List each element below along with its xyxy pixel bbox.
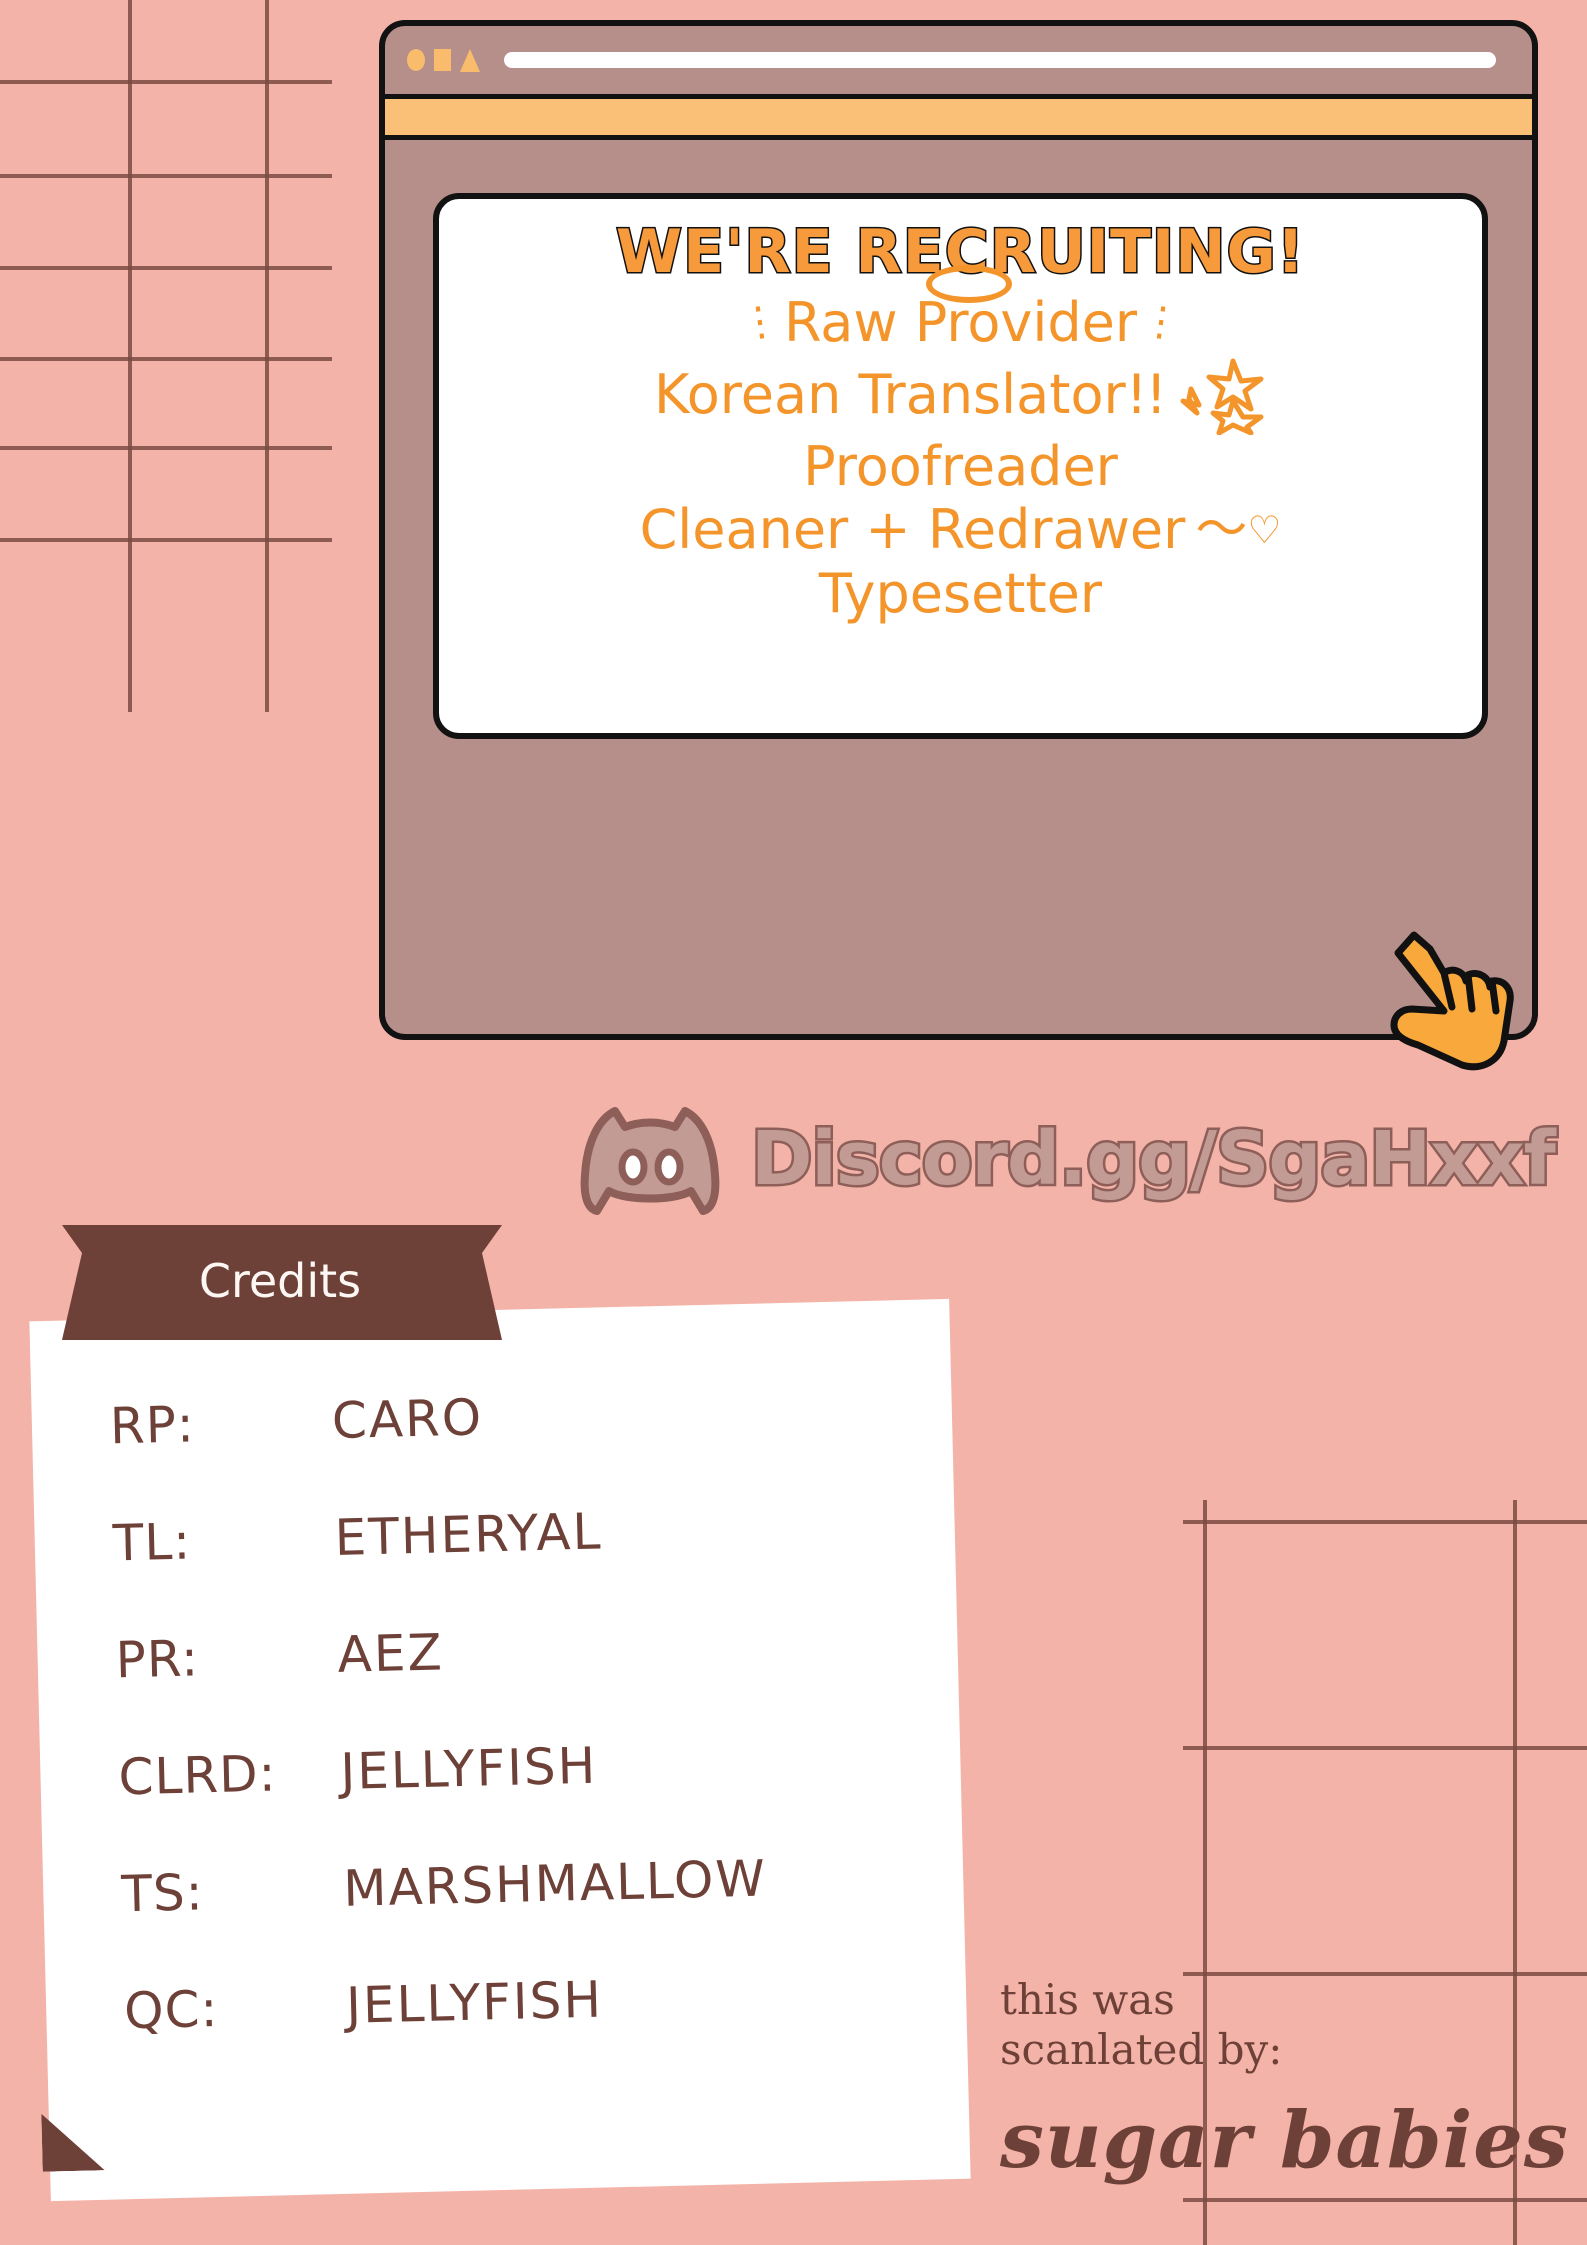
discord-invite-link[interactable]: Discord.gg/SgaHxxf	[749, 1114, 1559, 1205]
credits-row: TL: ETHERYAL	[34, 1494, 957, 1633]
grid-line-horizontal	[0, 357, 332, 361]
stars-icon	[1171, 355, 1267, 436]
sparkle-right-icon: ⋮	[1138, 296, 1185, 348]
role-line-typesetter: Typesetter	[819, 562, 1102, 626]
halo-icon	[926, 265, 1013, 303]
scanlation-group-name: sugar babies	[1000, 2095, 1569, 2186]
window-control-triangle-icon[interactable]	[460, 48, 480, 72]
grid-line-horizontal	[0, 174, 332, 178]
credit-name-value: JELLYFISH	[345, 1970, 604, 2035]
window-control-square-icon[interactable]	[434, 49, 451, 71]
grid-line-horizontal	[0, 80, 332, 84]
browser-window-mockup: WE'RE RECRUITING! ⋮ Raw Provider ⋮ Korea…	[379, 20, 1538, 1040]
grid-line-horizontal	[1183, 1520, 1587, 1524]
credits-row: QC: JELLYFISH	[46, 1962, 969, 2101]
browser-page-content: WE'RE RECRUITING! ⋮ Raw Provider ⋮ Korea…	[433, 193, 1488, 739]
role-label: Typesetter	[818, 562, 1103, 626]
credit-role-label: PR:	[114, 1629, 200, 1690]
sparkle-left-icon: ⋮	[736, 296, 783, 348]
credit-name-value: CARO	[331, 1388, 484, 1450]
grid-line-vertical	[265, 0, 269, 712]
address-bar-input[interactable]	[504, 52, 1496, 68]
role-label: Proofreader	[803, 434, 1118, 498]
scanlated-by-line2: scanlated by:	[1000, 2025, 1283, 2075]
credit-name-value: ETHERYAL	[334, 1502, 603, 1567]
role-line-proofreader: Proofreader	[803, 435, 1118, 499]
credit-role-label: TS:	[120, 1863, 205, 1924]
grid-line-horizontal	[0, 446, 332, 450]
credits-list: RP: CARO TL: ETHERYAL PR: AEZ CLRD: JELL…	[29, 1299, 970, 2201]
grid-line-horizontal	[0, 266, 332, 270]
discord-logo-icon	[580, 1107, 720, 1215]
credit-name-value: JELLYFISH	[339, 1736, 598, 1801]
credits-row: PR: AEZ	[37, 1611, 960, 1750]
discord-invite-row[interactable]: Discord.gg/SgaHxxf	[575, 1095, 1559, 1223]
role-label: Cleaner + Redrawer	[639, 498, 1186, 562]
scanlated-by-note: this was scanlated by:	[1000, 1975, 1282, 2076]
heart-icon: ♡	[1247, 507, 1282, 552]
pointer-hand-cursor-icon	[1390, 931, 1514, 1071]
credits-row: RP: CARO	[31, 1377, 954, 1516]
credit-role-label: CLRD:	[117, 1744, 278, 1807]
credits-row: TS: MARSHMALLOW	[43, 1845, 966, 1984]
browser-titlebar	[385, 26, 1532, 94]
role-line-korean-translator: Korean Translator !!	[654, 355, 1267, 436]
credits-ribbon-title: Credits	[198, 1253, 362, 1308]
grid-line-horizontal	[1183, 1746, 1587, 1750]
credit-name-value: MARSHMALLOW	[342, 1849, 768, 1918]
credits-row: CLRD: JELLYFISH	[40, 1728, 963, 1867]
credit-role-label: RP:	[109, 1395, 196, 1456]
role-line-raw-provider: ⋮ Raw Provider ⋮	[736, 265, 1185, 355]
grid-line-horizontal	[1183, 2198, 1587, 2202]
role-label: Korean Translator	[654, 362, 1126, 426]
browser-toolbar	[385, 94, 1532, 140]
role-line-cleaner-redrawer: Cleaner + Redrawer 〜 ♡	[640, 498, 1282, 562]
exclamation-marks: !!	[1125, 362, 1167, 426]
window-control-circle-icon[interactable]	[407, 49, 425, 71]
tilde-squiggle-icon: 〜	[1195, 499, 1247, 560]
scanlated-by-line1: this was	[1000, 1975, 1175, 2024]
credit-name-value: AEZ	[336, 1623, 445, 1684]
grid-line-horizontal	[0, 538, 332, 542]
credit-role-label: QC:	[123, 1979, 220, 2041]
grid-line-vertical	[128, 0, 132, 712]
credit-role-label: TL:	[112, 1512, 192, 1573]
